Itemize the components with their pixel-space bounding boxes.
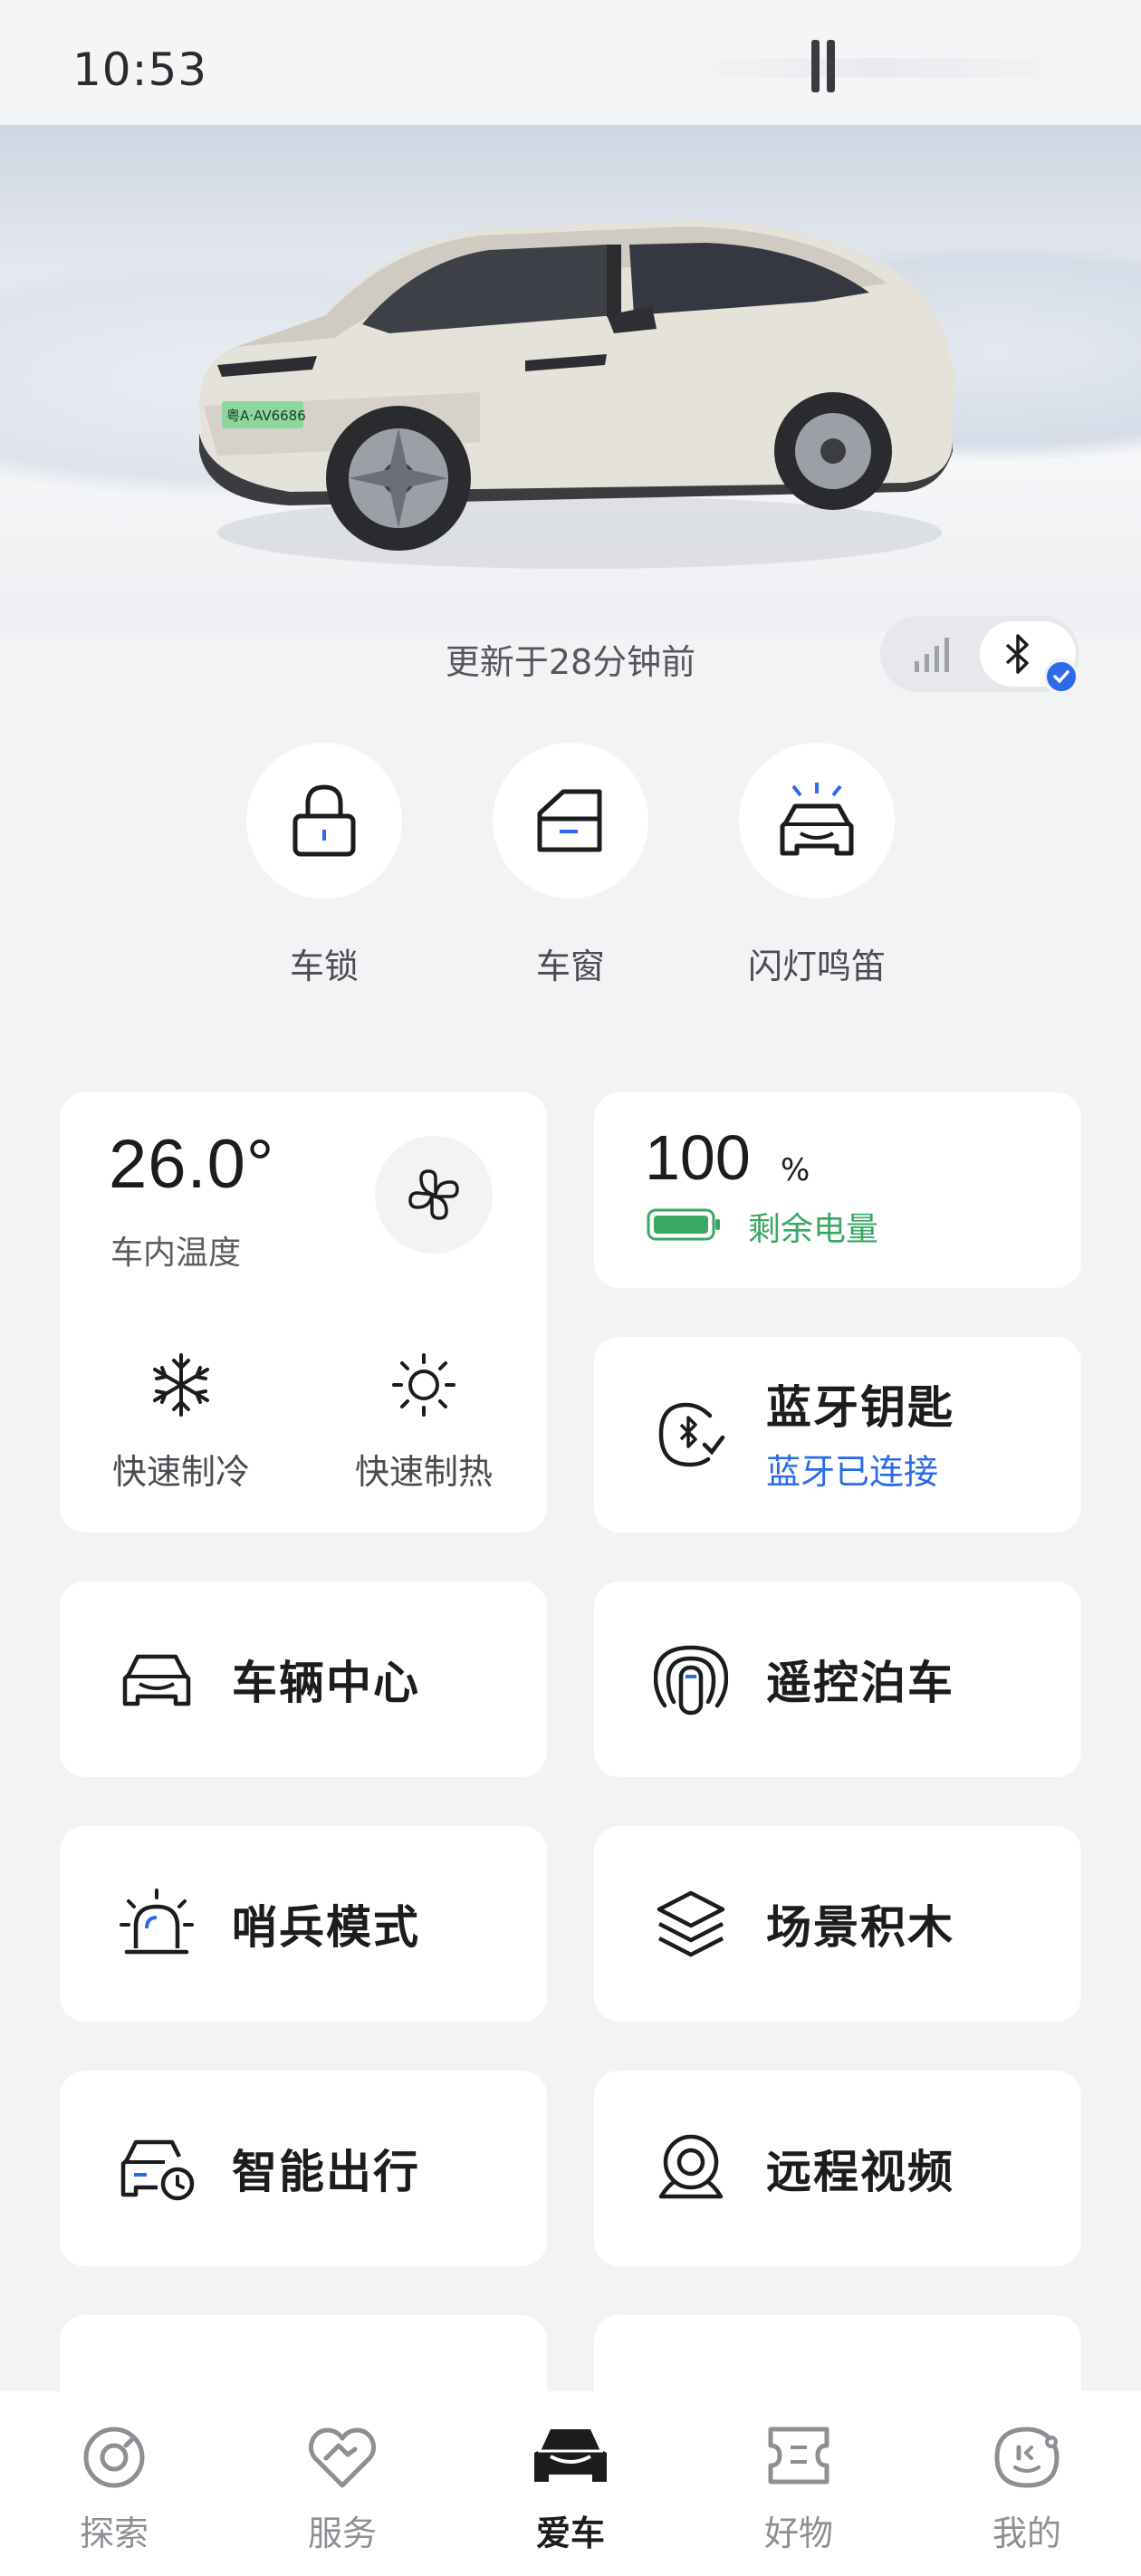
nav-my-car[interactable]: 爱车 [456,2391,685,2576]
bluetooth-icon [1005,634,1029,674]
status-indicators [670,58,1087,78]
layers-icon [657,1890,725,1957]
tile-smart-travel[interactable]: 智能出行 [60,2071,547,2266]
nav-service-label: 服务 [307,2514,377,2553]
vehicle-image: 粤A·AV6686 [199,220,955,569]
nav-explore-label: 探索 [79,2514,149,2553]
quick-action-window[interactable]: 车窗 [491,743,650,988]
quick-cool-label: 快速制冷 [111,1452,250,1492]
bottom-navigation: 探索 服务 爱车 好物 我的 [0,2391,1141,2576]
profile-face-icon [994,2427,1060,2488]
tile-remote-parking-label: 遥控泊车 [766,1657,954,1709]
quick-action-lock[interactable]: 车锁 [244,743,404,988]
battery-label: 剩余电量 [748,1211,879,1248]
lock-label: 车锁 [289,947,359,986]
bluetooth-key-card[interactable]: 蓝牙钥匙 蓝牙已连接 [594,1337,1081,1533]
snowflake-icon [153,1353,209,1417]
car-front-icon [534,2429,607,2482]
bluetooth-key-icon [658,1402,725,1467]
flash-horn-label: 闪灯鸣笛 [747,947,886,986]
nav-service[interactable]: 服务 [228,2391,456,2576]
tile-sentry-mode[interactable]: 哨兵模式 [60,1826,547,2022]
nav-profile[interactable]: 我的 [913,2391,1141,2576]
compass-icon [83,2427,145,2488]
tile-remote-parking[interactable]: 遥控泊车 [594,1581,1081,1777]
quick-action-flash-horn[interactable]: 闪灯鸣笛 [737,743,896,988]
fan-icon [408,1169,459,1220]
cabin-temperature: 26.0° [109,1126,275,1203]
tile-remote-video-label: 远程视频 [766,2146,954,2198]
remote-parking-icon [654,1645,728,1716]
battery-unit: % [781,1152,810,1188]
tile-scene-blocks-label: 场景积木 [766,1901,954,1954]
nav-explore[interactable]: 探索 [0,2391,228,2576]
camera-icon [658,2134,724,2199]
quick-heat-button[interactable]: 快速制热 [333,1351,514,1494]
car-icon [122,1654,191,1706]
nav-profile-label: 我的 [992,2514,1061,2553]
siren-icon [120,1889,194,1955]
status-pill-icon [811,40,851,92]
connected-check-icon [1043,658,1079,695]
quick-cool-button[interactable]: 快速制冷 [91,1351,272,1494]
window-button[interactable] [493,743,648,899]
battery-card[interactable]: 100 % 剩余电量 [594,1092,1081,1288]
heart-handshake-icon [308,2427,377,2488]
tile-vehicle-center[interactable]: 车辆中心 [60,1581,547,1777]
status-time: 10:53 [72,43,208,96]
tile-smart-travel-label: 智能出行 [232,2146,420,2198]
status-bar: 10:53 [0,0,1141,125]
tile-remote-video[interactable]: 远程视频 [594,2071,1081,2266]
quick-heat-label: 快速制热 [354,1452,493,1492]
nav-goods-label: 好物 [763,2514,833,2553]
lock-icon [292,784,356,857]
tile-scene-blocks[interactable]: 场景积木 [594,1826,1081,2022]
tile-sentry-mode-label: 哨兵模式 [232,1901,420,1954]
window-icon [537,789,602,852]
cabin-temperature-label: 车内温度 [110,1235,242,1272]
cellular-signal-icon[interactable] [913,634,958,674]
bluetooth-key-title: 蓝牙钥匙 [766,1381,954,1434]
battery-level: 100 [645,1122,751,1193]
tile-vehicle-center-label: 车辆中心 [232,1657,420,1709]
car-clock-icon [120,2139,195,2201]
lock-button[interactable] [246,743,402,899]
plate-text: 粤A·AV6686 [226,408,306,424]
battery-icon [647,1208,720,1241]
bluetooth-key-status: 蓝牙已连接 [766,1452,939,1492]
vehicle-hero: 粤A·AV6686 [0,125,1141,632]
ticket-icon [768,2427,829,2485]
nav-goods[interactable]: 好物 [685,2391,913,2576]
climate-card[interactable]: 26.0° 车内温度 快速制冷 快速制热 [60,1092,547,1533]
fan-button[interactable] [375,1136,493,1254]
nav-my-car-label: 爱车 [535,2514,605,2553]
window-label: 车窗 [535,947,605,986]
flash-horn-icon [780,783,854,856]
flash-horn-button[interactable] [739,743,895,899]
sun-icon [392,1353,455,1417]
